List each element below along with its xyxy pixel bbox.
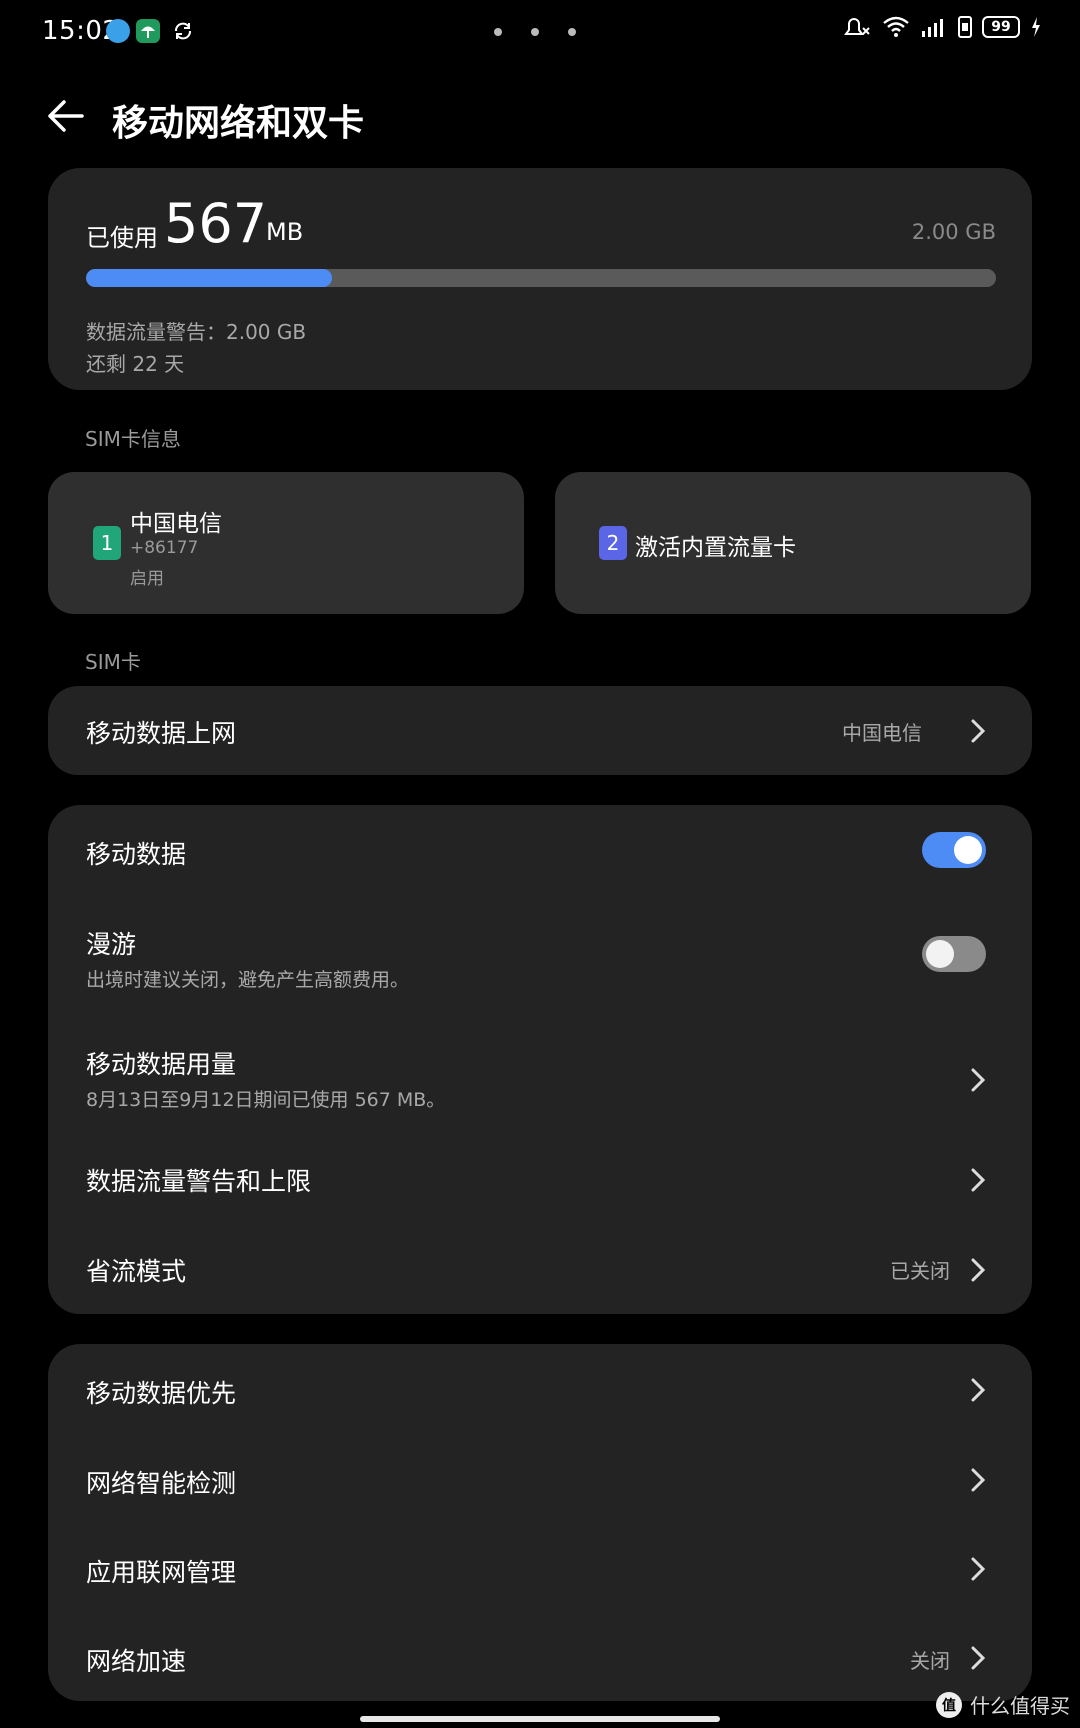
chevron-right-icon	[971, 1468, 986, 1492]
data-limit-title: 数据流量警告和上限	[86, 1167, 312, 1196]
watermark: 值 什么值得买	[936, 1690, 1070, 1719]
used-label: 已使用	[86, 224, 158, 252]
usage-progress-fill	[86, 269, 332, 287]
sim2-card[interactable]: 2 激活内置流量卡	[555, 472, 1031, 614]
charging-icon	[1032, 17, 1040, 37]
roaming-title: 漫游	[86, 930, 137, 959]
data-priority-row[interactable]: 移动数据优先	[48, 1344, 1032, 1434]
sync-icon	[172, 20, 194, 46]
used-unit: MB	[266, 218, 304, 246]
network-detect-row[interactable]: 网络智能检测	[48, 1434, 1032, 1524]
sim-info-section-label: SIM卡信息	[85, 427, 181, 451]
bell-muted-icon	[844, 18, 870, 35]
sim1-status: 启用	[130, 569, 164, 589]
chevron-right-icon	[971, 1068, 986, 1092]
umbrella-app-icon	[136, 19, 160, 43]
battery-icon: 99	[982, 16, 1020, 38]
network-accel-title: 网络加速	[86, 1647, 187, 1676]
data-saver-title: 省流模式	[86, 1257, 187, 1286]
chevron-right-icon	[971, 1646, 986, 1670]
chevron-right-icon	[971, 1378, 986, 1402]
data-usage-row[interactable]: 移动数据用量 8月13日至9月12日期间已使用 567 MB。	[48, 1025, 1032, 1125]
mobile-data-net-title: 移动数据上网	[86, 719, 237, 748]
wifi-icon	[883, 16, 909, 37]
network-accel-value: 关闭	[910, 1649, 950, 1673]
sim1-card[interactable]: 1 中国电信 +86177 启用	[48, 472, 524, 614]
app-network-title: 应用联网管理	[86, 1558, 237, 1587]
watermark-text: 什么值得买	[970, 1694, 1070, 1718]
sim2-slot-icon: 2	[599, 526, 627, 560]
sim1-carrier: 中国电信	[130, 511, 222, 537]
usage-progress-bar	[86, 269, 996, 287]
data-usage-summary-card[interactable]: 已使用 567 MB 2.00 GB 数据流量警告：2.00 GB 还剩 22 …	[48, 168, 1032, 390]
chevron-right-icon	[971, 719, 986, 743]
watermark-logo: 值	[936, 1691, 962, 1718]
chevron-right-icon	[971, 1168, 986, 1192]
home-indicator[interactable]	[360, 1716, 720, 1722]
data-saver-value: 已关闭	[890, 1259, 950, 1283]
chevron-right-icon	[971, 1258, 986, 1282]
sim1-number: +86177	[130, 538, 199, 558]
mobile-data-row[interactable]: 移动数据	[48, 805, 1032, 897]
app-network-row[interactable]: 应用联网管理	[48, 1523, 1032, 1613]
days-left-text: 还剩 22 天	[86, 352, 185, 376]
data-usage-title: 移动数据用量	[86, 1050, 237, 1079]
chevron-right-icon	[971, 1557, 986, 1581]
network-settings-card: 移动数据优先 网络智能检测 应用联网管理 网络加速 关闭	[48, 1344, 1032, 1701]
sim-section-label: SIM卡	[85, 650, 141, 674]
mobile-data-net-value: 中国电信	[842, 721, 922, 745]
sim-icon	[958, 16, 972, 38]
signal-5g-icon	[922, 19, 943, 37]
back-arrow-icon[interactable]	[46, 96, 86, 136]
page-title: 移动网络和双卡	[112, 103, 365, 144]
sim1-slot-icon: 1	[93, 526, 121, 560]
data-warning-text: 数据流量警告：2.00 GB	[86, 320, 307, 344]
data-priority-title: 移动数据优先	[86, 1379, 237, 1408]
mobile-data-net-row[interactable]: 移动数据上网 中国电信	[48, 686, 1032, 775]
mobile-data-toggle[interactable]	[922, 832, 986, 868]
sim2-activate-label: 激活内置流量卡	[635, 535, 796, 561]
data-saver-row[interactable]: 省流模式 已关闭	[48, 1230, 1032, 1310]
data-total: 2.00 GB	[911, 220, 996, 244]
multiwindow-handle[interactable]	[494, 28, 576, 36]
used-value: 567	[164, 192, 268, 255]
mobile-data-title: 移动数据	[86, 840, 187, 869]
network-accel-row[interactable]: 网络加速 关闭	[48, 1612, 1032, 1701]
roaming-subtitle: 出境时建议关闭，避免产生高额费用。	[86, 969, 410, 991]
data-limit-row[interactable]: 数据流量警告和上限	[48, 1140, 1032, 1220]
roaming-toggle[interactable]	[922, 936, 986, 972]
roaming-row[interactable]: 漫游 出境时建议关闭，避免产生高额费用。	[48, 905, 1032, 1005]
data-usage-subtitle: 8月13日至9月12日期间已使用 567 MB。	[86, 1089, 446, 1111]
mobile-data-net-card: 移动数据上网 中国电信	[48, 686, 1032, 775]
network-detect-title: 网络智能检测	[86, 1469, 237, 1498]
status-icons: 99	[842, 14, 1042, 40]
data-settings-card: 移动数据 漫游 出境时建议关闭，避免产生高额费用。 移动数据用量 8月13日至9…	[48, 805, 1032, 1314]
weather-icon	[106, 19, 130, 43]
